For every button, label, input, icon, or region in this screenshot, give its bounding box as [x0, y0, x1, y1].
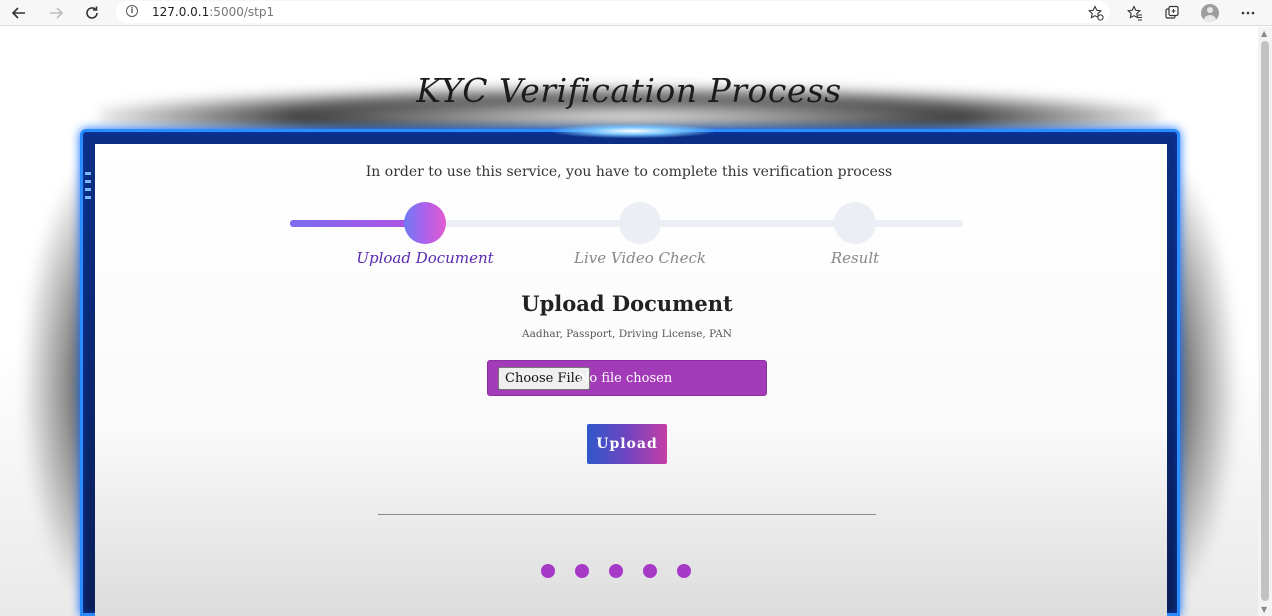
step-label-upload-document: Upload Document: [356, 249, 494, 267]
accepted-documents-text: Aadhar, Passport, Driving License, PAN: [522, 328, 732, 340]
pagination-dot[interactable]: [541, 564, 555, 578]
favorites-icon[interactable]: [1122, 0, 1148, 26]
pagination-dots: [541, 564, 701, 578]
section-title: Upload Document: [521, 291, 733, 316]
page-viewport: KYC Verification Process In order to use…: [0, 27, 1258, 616]
file-input[interactable]: Choose File No file chosen: [487, 360, 767, 396]
pagination-dot[interactable]: [575, 564, 589, 578]
address-bar[interactable]: i 127.0.0.1:5000/stp1: [116, 1, 1110, 23]
url-host: 127.0.0.1: [152, 5, 210, 19]
step-dot-result[interactable]: [834, 202, 876, 244]
step-dot-live-video-check[interactable]: [619, 202, 661, 244]
more-icon[interactable]: [1235, 0, 1261, 26]
frame-glow: [553, 124, 713, 138]
upload-button[interactable]: Upload: [587, 424, 667, 464]
pagination-dot[interactable]: [643, 564, 657, 578]
reload-icon[interactable]: [78, 0, 106, 26]
step-dot-upload-document[interactable]: [404, 202, 446, 244]
pagination-dot[interactable]: [609, 564, 623, 578]
step-label-live-video-check: Live Video Check: [573, 249, 707, 267]
back-icon[interactable]: [5, 0, 33, 26]
profile-icon[interactable]: [1197, 0, 1223, 26]
scroll-down-icon[interactable]: ▼: [1261, 605, 1267, 614]
divider: [378, 514, 876, 515]
forward-icon[interactable]: [42, 0, 70, 26]
step-label-result: Result: [830, 249, 880, 267]
vertical-scrollbar[interactable]: ▲ ▼: [1258, 27, 1272, 616]
page-title: KYC Verification Process: [416, 71, 842, 110]
favorite-add-icon[interactable]: [1083, 0, 1109, 26]
collections-icon[interactable]: [1159, 0, 1185, 26]
pagination-dot[interactable]: [677, 564, 691, 578]
choose-file-button[interactable]: Choose File: [498, 367, 590, 390]
info-icon[interactable]: i: [126, 5, 138, 17]
url-path: :5000/stp1: [209, 5, 275, 19]
url-text: 127.0.0.1:5000/stp1: [152, 5, 274, 19]
scroll-up-icon[interactable]: ▲: [1261, 29, 1267, 38]
intro-text: In order to use this service, you have t…: [365, 164, 893, 180]
scrollbar-thumb[interactable]: [1261, 41, 1269, 601]
file-status-text: No file chosen: [578, 371, 673, 386]
browser-toolbar: i 127.0.0.1:5000/stp1: [0, 0, 1272, 26]
